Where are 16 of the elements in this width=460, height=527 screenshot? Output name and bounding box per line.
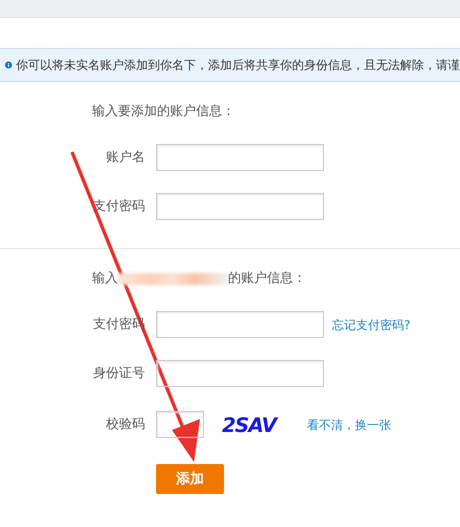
input-field[interactable] [156,193,324,220]
input-field[interactable] [156,360,324,387]
section-heading: 输入 [92,270,118,288]
section-heading: 输入要添加的账户信息： [92,103,235,122]
add-button[interactable]: 添加 [156,464,224,494]
input-field[interactable] [156,144,324,171]
input-field[interactable] [156,311,324,338]
captcha-field[interactable] [156,411,204,438]
field-label: 校验码 [105,416,145,434]
forgot-password-link[interactable]: 忘记支付密码? [332,316,410,334]
refresh-captcha-link[interactable]: 看不清，换一张 [306,416,391,434]
field-label: 身份证号 [92,364,145,383]
captcha-image: 2SAV [222,412,276,438]
field-label: 账户名 [105,148,145,167]
section-heading: 的账户信息： [228,270,306,288]
notice-text: 你可以将未实名账户添加到你名下，添加后将共享你的身份信息，且无法解除，请谨 [16,57,460,74]
